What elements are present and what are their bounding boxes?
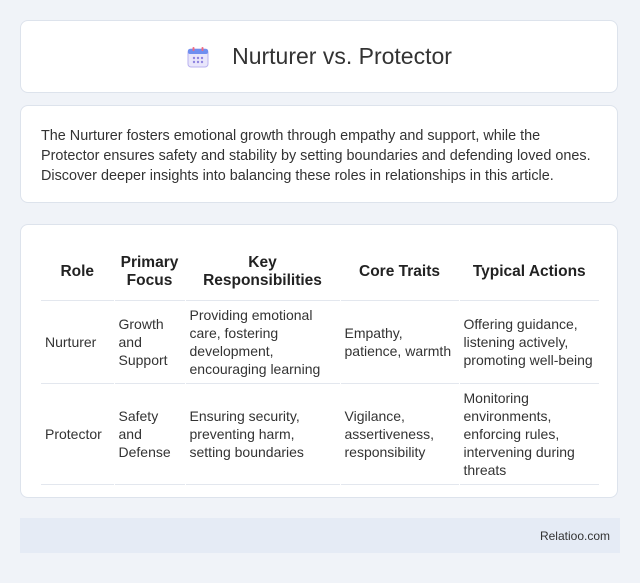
page-title: Nurturer vs. Protector [232, 43, 452, 69]
footer-brand: Relatioo.com [539, 528, 610, 543]
column-header: Role [60, 263, 95, 280]
calendar-icon [186, 45, 210, 69]
title-card: Nurturer vs. Protector [20, 20, 618, 93]
column-header: Key Responsibilities [184, 244, 340, 301]
table-cell: Ensuring security, preventing harm, sett… [184, 383, 340, 485]
table-row: Nurturer Growth and Support Providing em… [41, 300, 599, 384]
table-cell: Monitoring environments, enforcing rules… [458, 383, 599, 485]
column-header: Core Traits [339, 244, 459, 301]
comparison-table: Role Primary Focus Key Responsibilities … [41, 244, 599, 485]
column-header: Primary Focus [113, 244, 185, 301]
table-cell: Nurturer [45, 334, 97, 350]
table-row: Protector Safety and Defense Ensuring se… [41, 383, 599, 485]
table-cell: Vigilance, assertiveness, responsibility [339, 383, 459, 485]
intro-card: The Nurturer fosters emotional growth th… [20, 105, 618, 203]
table-cell: Growth and Support [113, 300, 185, 384]
intro-text: The Nurturer fosters emotional growth th… [41, 128, 591, 184]
comparison-card: Role Primary Focus Key Responsibilities … [20, 224, 618, 498]
table-cell: Providing emotional care, fostering deve… [184, 300, 340, 384]
table-cell: Offering guidance, listening actively, p… [458, 300, 599, 384]
column-header: Typical Actions [458, 244, 599, 301]
table-cell: Empathy, patience, warmth [339, 300, 459, 384]
table-cell: Protector [45, 426, 102, 442]
table-header-row: Role Primary Focus Key Responsibilities … [41, 244, 599, 301]
table-cell: Safety and Defense [113, 383, 185, 485]
footer: Relatioo.com [20, 518, 620, 553]
